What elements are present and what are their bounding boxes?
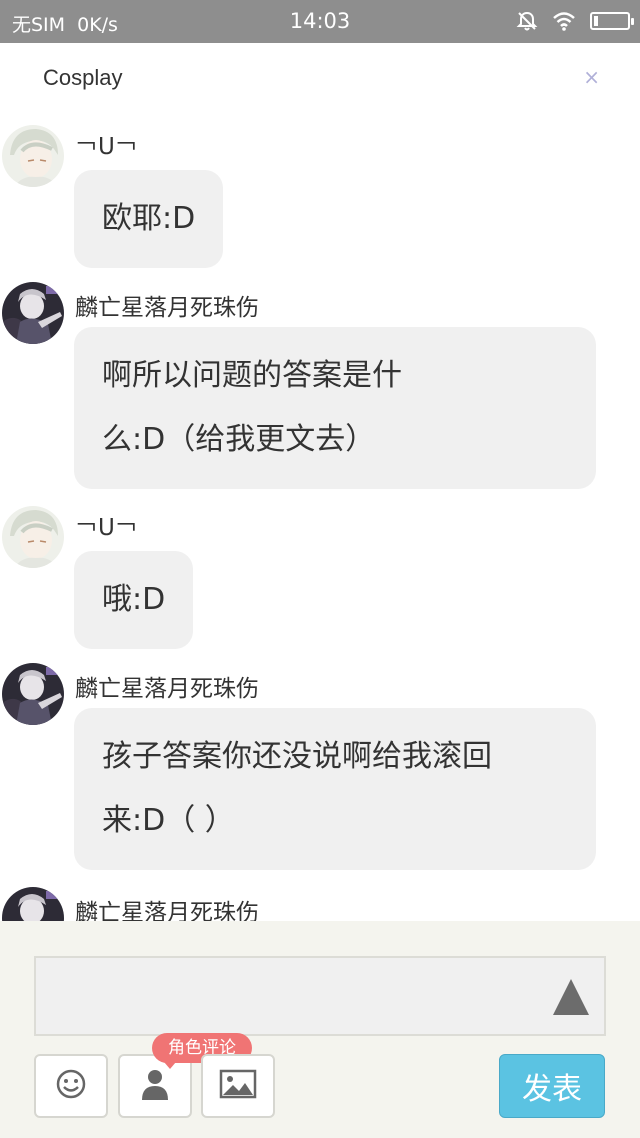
person-icon [140, 1068, 170, 1104]
image-icon [219, 1069, 257, 1103]
status-icons [502, 9, 634, 33]
pale-character-avatar[interactable] [2, 506, 64, 568]
close-button[interactable]: × [583, 65, 600, 89]
message-input[interactable] [34, 956, 606, 1036]
chat-header: Cosplay × [0, 43, 640, 113]
message-bubble: 孩子答案你还没说啊给我滚回 来:D（ ） [74, 708, 596, 870]
emoji-icon [55, 1068, 87, 1104]
role-button[interactable] [118, 1054, 192, 1118]
page-title: Cosplay [43, 65, 123, 90]
message-sender: 麟亡星落月死珠伤 [75, 900, 259, 921]
expand-arrow-icon[interactable] [553, 979, 589, 1015]
publish-button[interactable]: 发表 [499, 1054, 605, 1118]
message-bubble: 啊所以问题的答案是什 么:D（给我更文去） [74, 327, 596, 489]
dark-character-avatar[interactable] [2, 663, 64, 725]
dark-character-avatar[interactable] [2, 282, 64, 344]
emoji-button[interactable] [34, 1054, 108, 1118]
message-text: 来:D（ ） [102, 803, 235, 838]
status-bar: 无SIM 0K/s 14:03 [0, 0, 640, 43]
message-text: 孩子答案你还没说啊给我滚回 [102, 739, 492, 774]
message-text: 欧耶:D [102, 201, 196, 236]
message-text: 啊所以问题的答案是什 [102, 358, 402, 393]
mute-bell-icon [516, 10, 538, 32]
image-button[interactable] [201, 1054, 275, 1118]
message-bubble: 欧耶:D [74, 170, 224, 268]
message-sender: 麟亡星落月死珠伤 [75, 295, 259, 321]
chat-list[interactable]: ￢U￢ 欧耶:D 麟亡星落月死珠伤 啊所以问题的答案是什 么:D（给我更文去） [0, 113, 640, 921]
message-sender: ￢U￢ [75, 134, 138, 160]
pale-character-avatar[interactable] [2, 125, 64, 187]
message-sender: 麟亡星落月死珠伤 [75, 676, 259, 702]
dark-character-avatar[interactable] [2, 887, 64, 921]
message-bubble: 哦:D [74, 551, 194, 649]
wifi-icon [552, 11, 576, 31]
message-text: 哦:D [102, 582, 166, 617]
message-text: 么:D（给我更文去） [102, 422, 376, 457]
composer: 角色评论 发表 [0, 921, 640, 1138]
battery-icon [590, 12, 634, 30]
message-sender: ￢U￢ [75, 515, 138, 541]
